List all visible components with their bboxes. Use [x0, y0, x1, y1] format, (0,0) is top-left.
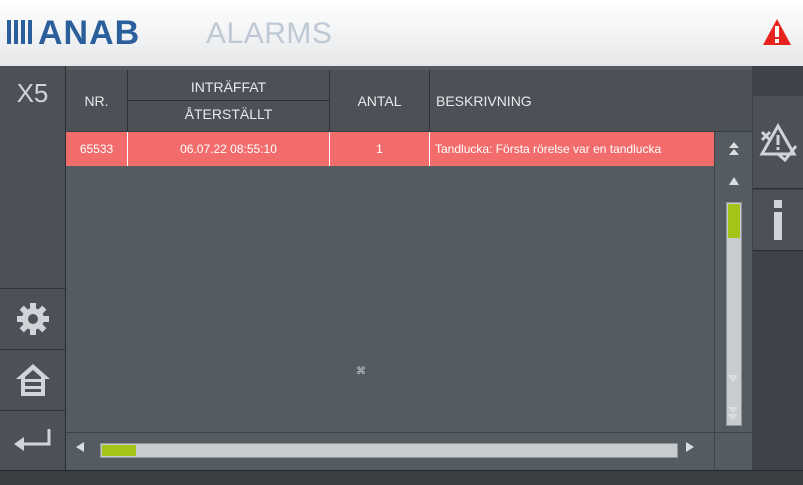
gear-icon — [16, 303, 49, 335]
page-title: ALARMS — [206, 17, 333, 50]
column-header-occurred-label: INTRÄFFAT — [128, 74, 329, 101]
table-row[interactable]: 65533 06.07.22 08:55:10 1 Tandlucka: För… — [66, 132, 714, 166]
chevron-up-icon — [729, 177, 739, 185]
double-chevron-down-icon — [728, 407, 738, 420]
info-icon — [774, 200, 782, 240]
scroll-down-button[interactable] — [714, 368, 752, 390]
brand-logo: ANAB — [38, 14, 141, 52]
cell-count: 1 — [330, 132, 430, 166]
cell-nr: 65533 — [66, 132, 128, 166]
scroll-corner — [714, 432, 753, 469]
vertical-scroll-track[interactable] — [726, 202, 742, 426]
cell-description: Tandlucka: Första rörelse var en tandluc… — [435, 142, 662, 156]
horizontal-scrollbar[interactable] — [66, 432, 714, 469]
scroll-bottom-button[interactable] — [714, 402, 752, 424]
left-sidebar: X5 — [0, 66, 66, 471]
app-header: ANAB ALARMS — [0, 0, 803, 66]
home-icon — [15, 364, 50, 396]
alarm-ack-icon — [759, 122, 798, 162]
column-header-description[interactable]: BESKRIVNING — [430, 70, 752, 131]
home-button[interactable] — [0, 349, 65, 410]
column-header-occurred[interactable]: INTRÄFFAT ÅTERSTÄLLT — [128, 70, 330, 131]
vertical-scroll-thumb[interactable] — [728, 204, 740, 238]
column-header-count[interactable]: ANTAL — [330, 70, 430, 131]
double-chevron-up-icon — [729, 142, 739, 155]
cell-occurred: 06.07.22 08:55:10 — [128, 132, 330, 166]
alarm-table: NR. INTRÄFFAT ÅTERSTÄLLT ANTAL BESKRIVNI… — [66, 66, 753, 470]
column-header-reset-label: ÅTERSTÄLLT — [184, 106, 273, 122]
scroll-top-button[interactable] — [715, 138, 753, 160]
horizontal-scroll-track[interactable] — [100, 443, 678, 458]
settings-button[interactable] — [0, 288, 65, 349]
status-bar — [0, 470, 803, 485]
horizontal-scroll-thumb[interactable] — [102, 445, 136, 456]
column-header-nr[interactable]: NR. — [66, 70, 128, 131]
cursor-marker: ⌘ — [356, 366, 366, 377]
right-sidebar — [752, 66, 803, 470]
acknowledge-alarms-button[interactable] — [753, 96, 803, 189]
chevron-down-icon — [728, 375, 738, 383]
return-arrow-icon — [13, 429, 50, 451]
warning-icon[interactable] — [762, 18, 792, 46]
back-button[interactable] — [0, 410, 65, 471]
scroll-up-button[interactable] — [715, 170, 753, 192]
table-header: NR. INTRÄFFAT ÅTERSTÄLLT ANTAL BESKRIVNI… — [66, 70, 752, 133]
info-button[interactable] — [753, 190, 803, 251]
logo-bars-icon — [7, 20, 33, 44]
station-label: X5 — [16, 78, 49, 108]
chevron-right-icon[interactable] — [684, 441, 696, 453]
chevron-left-icon[interactable] — [74, 441, 86, 453]
